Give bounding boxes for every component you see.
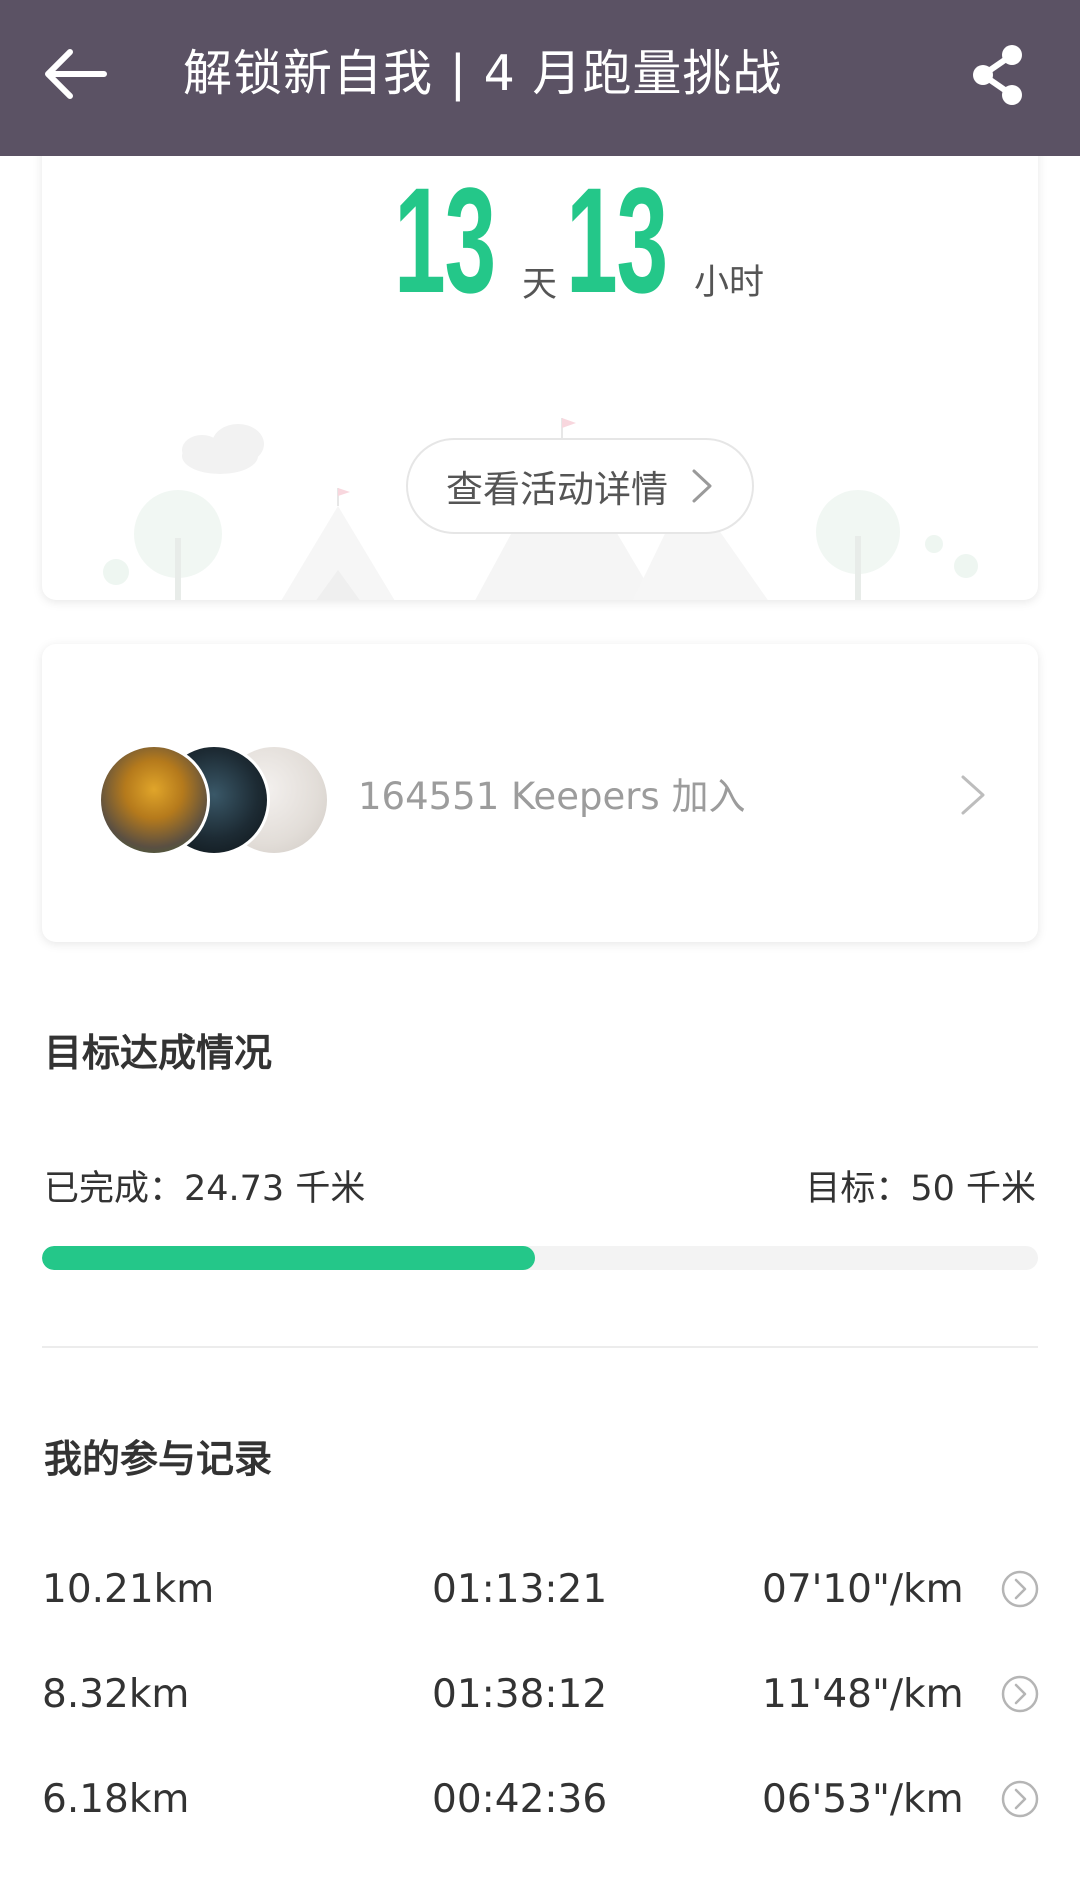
share-icon[interactable] xyxy=(968,42,1028,108)
record-row[interactable]: 8.32km 01:38:12 11'48"/km xyxy=(0,1650,1080,1740)
record-pace: 07'10"/km xyxy=(762,1567,964,1612)
record-duration: 01:38:12 xyxy=(432,1672,608,1717)
avatar-stack xyxy=(98,744,338,860)
goal-section-title: 目标达成情况 xyxy=(44,1031,273,1075)
record-row[interactable]: 6.18km 00:42:36 06'53"/km xyxy=(0,1755,1080,1845)
record-distance: 8.32km xyxy=(42,1672,190,1717)
record-pace: 11'48"/km xyxy=(762,1672,964,1717)
page-title: 解锁新自我 | 4 月跑量挑战 xyxy=(183,45,783,102)
app-header: 解锁新自我 | 4 月跑量挑战 xyxy=(0,0,1080,156)
keepers-count-text: 164551 Keepers 加入 xyxy=(358,775,746,818)
record-distance: 6.18km xyxy=(42,1777,190,1822)
record-distance: 10.21km xyxy=(42,1567,215,1612)
goal-progress-fill xyxy=(42,1246,535,1270)
circle-chevron-right-icon[interactable] xyxy=(1000,1569,1040,1609)
view-activity-details-button[interactable]: 查看活动详情 xyxy=(406,438,754,534)
countdown-hours: 13 xyxy=(566,156,668,324)
view-activity-details-label: 查看活动详情 xyxy=(446,468,668,511)
completed-distance: 已完成：24.73 千米 xyxy=(44,1169,366,1209)
record-row[interactable]: 10.21km 01:13:21 07'10"/km xyxy=(0,1545,1080,1635)
record-pace: 06'53"/km xyxy=(762,1777,964,1822)
chevron-right-icon xyxy=(961,775,985,815)
records-section-title: 我的参与记录 xyxy=(44,1437,273,1481)
countdown-hours-unit: 小时 xyxy=(694,263,765,303)
circle-chevron-right-icon[interactable] xyxy=(1000,1779,1040,1819)
record-duration: 01:13:21 xyxy=(432,1567,608,1612)
countdown-card: 13 天 13 小时 查看活动详情 xyxy=(42,120,1038,600)
countdown-days: 13 xyxy=(394,156,496,324)
record-duration: 00:42:36 xyxy=(432,1777,608,1822)
section-divider xyxy=(42,1346,1038,1348)
circle-chevron-right-icon[interactable] xyxy=(1000,1674,1040,1714)
chevron-right-icon xyxy=(692,469,712,503)
target-distance: 目标：50 千米 xyxy=(805,1169,1036,1209)
goal-progress-bar xyxy=(42,1246,1038,1270)
back-arrow-icon[interactable] xyxy=(40,44,110,104)
camp-illustration xyxy=(103,418,978,600)
avatar xyxy=(98,744,210,856)
keepers-joined-card[interactable]: 164551 Keepers 加入 xyxy=(42,644,1038,942)
countdown-days-unit: 天 xyxy=(522,265,558,305)
